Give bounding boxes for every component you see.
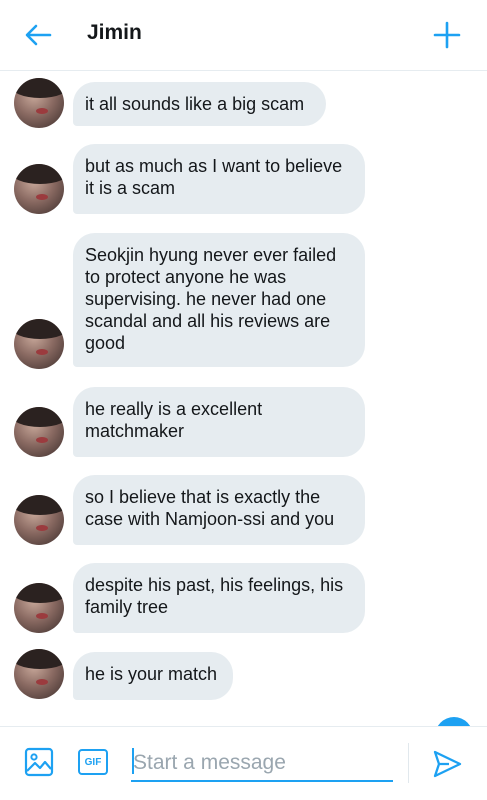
dm-conversation-screen: Jimin it all sounds like a big scam but … — [0, 0, 487, 800]
avatar[interactable] — [14, 407, 64, 457]
text-caret — [132, 748, 134, 774]
message-bubble[interactable]: Seokjin hyung never ever failed to prote… — [73, 233, 365, 367]
gif-button[interactable]: GIF — [78, 749, 108, 775]
message-input-wrapper — [131, 746, 395, 782]
avatar[interactable] — [14, 319, 64, 369]
avatar[interactable] — [14, 78, 64, 128]
avatar[interactable] — [14, 649, 64, 699]
new-message-button[interactable] — [429, 17, 465, 53]
back-button[interactable] — [18, 17, 58, 53]
plus-icon — [433, 21, 461, 49]
message-bubble[interactable]: despite his past, his feelings, his fami… — [73, 563, 365, 633]
message-list[interactable]: it all sounds like a big scam but as muc… — [0, 71, 487, 726]
send-icon — [433, 750, 462, 778]
image-icon — [24, 747, 54, 777]
message-bubble[interactable]: but as much as I want to believe it is a… — [73, 144, 365, 214]
message-bubble[interactable]: so I believe that is exactly the case wi… — [73, 475, 365, 545]
media-button[interactable] — [24, 747, 54, 777]
message-bubble[interactable]: he really is a excellent matchmaker — [73, 387, 365, 457]
message-composer: GIF — [0, 726, 487, 800]
message-bubble[interactable]: he is your match — [73, 652, 233, 700]
conversation-title: Jimin — [87, 21, 142, 44]
send-button[interactable] — [431, 748, 463, 780]
avatar[interactable] — [14, 164, 64, 214]
message-bubble[interactable]: it all sounds like a big scam — [73, 82, 326, 126]
conversation-header: Jimin — [0, 0, 487, 71]
message-input[interactable] — [131, 746, 395, 780]
composer-divider — [408, 743, 409, 783]
avatar[interactable] — [14, 495, 64, 545]
avatar[interactable] — [14, 583, 64, 633]
arrow-left-icon — [25, 24, 52, 46]
